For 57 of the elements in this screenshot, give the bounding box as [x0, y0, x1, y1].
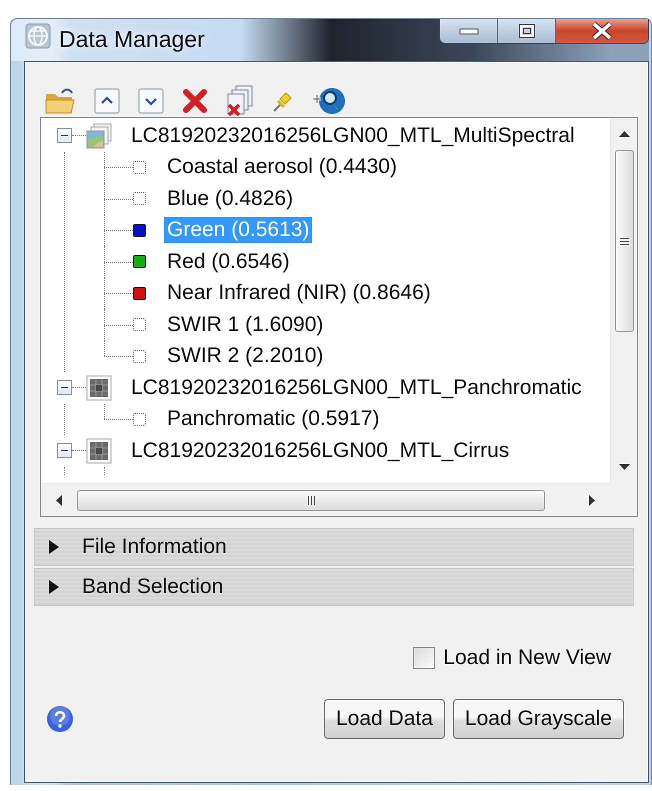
- close-button[interactable]: [556, 19, 648, 43]
- expand-arrow-icon: [48, 580, 60, 594]
- band-name[interactable]: SWIR 2 (2.2010): [164, 343, 326, 370]
- empty-swatch: [133, 412, 146, 426]
- minimize-icon: [458, 27, 478, 35]
- band-name[interactable]: Near Infrared (NIR) (0.8646): [164, 280, 434, 306]
- band-name[interactable]: Coastal aerosol (0.4430): [164, 154, 400, 180]
- band-name[interactable]: SWIR 1 (1.6090): [164, 312, 326, 338]
- collapse-toggle[interactable]: [57, 380, 72, 396]
- empty-swatch: [133, 318, 146, 332]
- empty-swatch: [133, 350, 146, 363]
- delete-icon[interactable]: [182, 88, 208, 114]
- dataset-name[interactable]: LC81920232016256LGN00_MTL_Panchromatic: [129, 376, 584, 400]
- tree-connector: [104, 214, 133, 246]
- help-icon[interactable]: [46, 705, 74, 733]
- minimize-button[interactable]: [440, 19, 498, 43]
- section-header[interactable]: Band Selection: [34, 568, 634, 606]
- scroll-down-icon[interactable]: [618, 464, 630, 470]
- band-name[interactable]: Panchromatic (0.5917): [164, 406, 382, 432]
- tree-connector: [104, 278, 133, 309]
- image-stack-icon: [86, 122, 112, 149]
- load-grayscale-button[interactable]: Load Grayscale: [452, 699, 624, 739]
- window-title: Data Manager: [59, 26, 205, 53]
- grayscale-image-icon: [86, 374, 112, 401]
- dataset-name[interactable]: LC81920232016256LGN00_MTL_MultiSpectral: [129, 124, 577, 148]
- empty-swatch: [133, 192, 146, 206]
- empty-swatch: [133, 160, 146, 174]
- move-down-icon[interactable]: [138, 88, 164, 114]
- grayscale-image-icon: [86, 438, 112, 464]
- scroll-up-icon[interactable]: [618, 131, 630, 137]
- expand-arrow-icon: [48, 540, 60, 554]
- vertical-scrollbar[interactable]: [610, 118, 637, 483]
- collapse-toggle[interactable]: [57, 128, 72, 144]
- tree-connector: [104, 309, 133, 340]
- scroll-right-icon[interactable]: [589, 494, 595, 506]
- section-header[interactable]: File Information: [34, 528, 634, 566]
- grip-icon: [308, 496, 314, 504]
- remove-documents-icon[interactable]: [226, 84, 254, 116]
- open-folder-icon[interactable]: [44, 86, 76, 116]
- band-name[interactable]: Blue (0.4826): [164, 186, 296, 212]
- maximize-icon: [518, 23, 536, 39]
- close-icon: [591, 22, 613, 40]
- tree-connector: [104, 152, 133, 183]
- grip-icon: [620, 238, 628, 244]
- globe-icon: [25, 23, 51, 49]
- band-name[interactable]: Red (0.6546): [164, 248, 293, 275]
- checkbox[interactable]: [413, 647, 436, 669]
- tree-connector: [104, 183, 133, 214]
- move-up-icon[interactable]: [94, 88, 120, 114]
- checkbox-label: Load in New View: [443, 646, 611, 670]
- load-data-button[interactable]: Load Data: [324, 699, 445, 739]
- horizontal-scrollbar[interactable]: [41, 483, 610, 516]
- dataset-name[interactable]: LC81920232016256LGN00_MTL_Cirrus: [129, 438, 512, 463]
- scroll-left-icon[interactable]: [56, 494, 62, 506]
- tree-connector: [104, 246, 133, 278]
- maximize-button[interactable]: [498, 19, 556, 43]
- collapse-toggle[interactable]: [57, 443, 72, 458]
